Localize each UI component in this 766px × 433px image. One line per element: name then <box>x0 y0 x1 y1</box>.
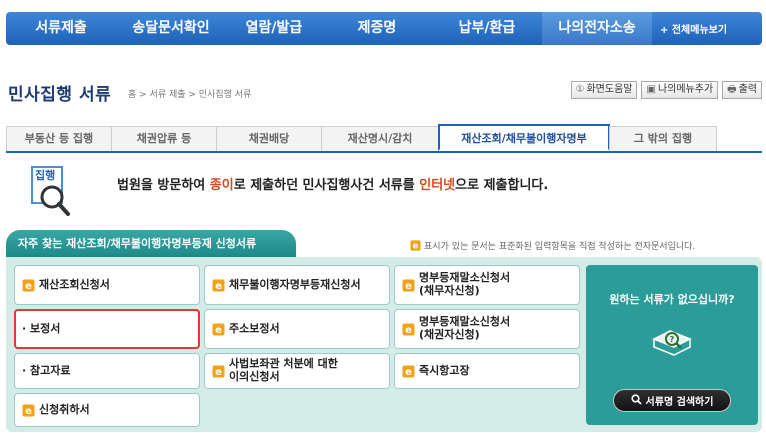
search-icon <box>630 393 642 408</box>
doc-label: 즉시항고장 <box>419 363 470 377</box>
doc-objection-judicial-officer[interactable]: e 사법보좌관 처분에 대한 이의신청서 <box>204 353 390 389</box>
section-title: 자주 찾는 재산조회/채무불이행자명부등재 신청서류 <box>6 230 296 257</box>
nav-certificate[interactable]: 제증명 <box>322 12 432 45</box>
e-document-icon: e <box>212 279 225 292</box>
svg-text:e: e <box>405 281 412 292</box>
intro-text-internet: 인터넷 <box>419 178 456 193</box>
nav-my-e-litigation[interactable]: 나의전자소송 <box>542 12 652 45</box>
e-document-icon: e <box>402 323 415 336</box>
intro-text: 법원을 방문하여 종이로 제출하던 민사집행사건 서류를 인터넷으로 제출합니다… <box>117 174 548 193</box>
doc-reference[interactable]: · 참고자료 <box>14 353 200 389</box>
nav-view-issue[interactable]: 열람/발급 <box>226 12 322 45</box>
e-document-icon: e <box>22 404 35 417</box>
intro-text-paper: 종이 <box>209 178 234 193</box>
doc-label-sub: 이의신청서 <box>229 370 280 383</box>
svg-text:e: e <box>25 406 32 417</box>
doc-label: 신청취하서 <box>39 402 90 416</box>
tab-property-disclosure[interactable]: 재산명시/감치 <box>321 126 439 151</box>
svg-text:e: e <box>215 281 222 292</box>
e-document-icon: e <box>22 279 35 292</box>
doc-label-sub: (채무자신청) <box>419 284 480 297</box>
svg-text:e: e <box>25 281 32 292</box>
help-icon: ① <box>575 84 585 95</box>
search-button-label: 서류명 검색하기 <box>645 397 714 408</box>
doc-property-inquiry[interactable]: e 재산조회신청서 <box>14 265 200 305</box>
doc-register-cancel-debtor[interactable]: e 명부등재말소신청서 (채무자신청) <box>394 265 580 305</box>
tab-other-enforcement[interactable]: 그 밖의 집행 <box>609 126 717 151</box>
page-title: 민사집행 서류 <box>8 85 112 105</box>
e-document-icon: e <box>212 365 225 378</box>
doc-label: 사법보좌관 처분에 대한 <box>229 357 338 371</box>
doc-register-cancel-creditor[interactable]: e 명부등재말소신청서 (채권자신청) <box>394 309 580 349</box>
e-document-icon: e <box>402 365 415 378</box>
execution-icon-label: 집행 <box>35 169 56 182</box>
doc-default-register[interactable]: e 채무불이행자명부등재신청서 <box>204 265 390 305</box>
doc-label-sub: (채권자신청) <box>419 328 480 341</box>
intro-text-3: 으로 제출합니다. <box>455 178 549 193</box>
svg-text:e: e <box>405 325 412 336</box>
e-document-icon: e <box>402 279 415 292</box>
tab-bond-seizure[interactable]: 채권압류 등 <box>111 126 217 151</box>
section-note-text: 표시가 있는 문서는 표준화된 입력항목을 직접 작성하는 전자문서입니다. <box>424 242 696 252</box>
e-document-icon: e <box>410 240 421 251</box>
tab-bar: 부동산 등 집행 채권압류 등 채권배당 재산명시/감치 재산조회/채무불이행자… <box>6 124 762 153</box>
doc-immediate-appeal[interactable]: e 즉시항고장 <box>394 353 580 389</box>
header-buttons: ① 화면도움말 ▣ 나의메뉴추가 🖶 출력 <box>570 81 762 99</box>
breadcrumb: 홈 > 서류 제출 > 민사집행 서류 <box>128 90 252 100</box>
help-button-label: 화면도움말 <box>586 84 633 95</box>
e-document-icon: e <box>212 323 225 336</box>
printer-icon: 🖶 <box>727 84 737 95</box>
doc-label-lines: 사법보좌관 처분에 대한 이의신청서 <box>229 358 338 383</box>
tab-real-estate[interactable]: 부동산 등 집행 <box>6 126 112 151</box>
doc-address-correction[interactable]: e 주소보정서 <box>204 309 390 349</box>
doc-label: · 참고자료 <box>22 363 71 377</box>
search-panel-question: 원하는 서류가 없으십니까? <box>609 293 735 306</box>
document-search-button[interactable]: 서류명 검색하기 <box>613 389 731 412</box>
document-search-icon: ? <box>650 325 694 365</box>
doc-label: 명부등재말소신청서 <box>419 315 511 329</box>
doc-label: 주소보정서 <box>229 321 280 335</box>
svg-text:?: ? <box>670 335 675 344</box>
doc-label: · 보정서 <box>22 321 61 335</box>
intro-text-2: 로 제출하던 민사집행사건 서류를 <box>233 178 420 193</box>
doc-correction[interactable]: · 보정서 <box>14 309 200 349</box>
doc-withdrawal[interactable]: e 신청취하서 <box>14 393 200 427</box>
print-button[interactable]: 🖶 출력 <box>722 81 762 99</box>
help-button[interactable]: ① 화면도움말 <box>570 81 638 99</box>
svg-text:e: e <box>215 325 222 336</box>
tab-bond-distribution[interactable]: 채권배당 <box>216 126 322 151</box>
all-menu-link[interactable]: + 전체메뉴보기 <box>660 21 727 36</box>
svg-text:e: e <box>215 367 222 378</box>
nav-delivery-check[interactable]: 송달문서확인 <box>116 12 226 45</box>
svg-text:e: e <box>405 367 412 378</box>
print-button-label: 출력 <box>738 84 757 95</box>
add-my-menu-button[interactable]: ▣ 나의메뉴추가 <box>641 81 719 99</box>
nav-payment-refund[interactable]: 납부/환급 <box>432 12 542 45</box>
section-note: e 표시가 있는 문서는 표준화된 입력항목을 직접 작성하는 전자문서입니다. <box>410 239 695 252</box>
doc-label: 재산조회신청서 <box>39 277 110 291</box>
doc-label-lines: 명부등재말소신청서 (채무자신청) <box>419 272 510 297</box>
intro-text-1: 법원을 방문하여 <box>117 178 210 193</box>
add-my-menu-label: 나의메뉴추가 <box>657 84 714 95</box>
svg-text:e: e <box>413 240 419 250</box>
top-navigation: 서류제출 송달문서확인 열람/발급 제증명 납부/환급 나의전자소송 + 전체메… <box>6 12 762 45</box>
nav-document-submit[interactable]: 서류제출 <box>6 12 116 45</box>
doc-label-lines: 명부등재말소신청서 (채권자신청) <box>419 316 510 341</box>
menu-add-icon: ▣ <box>646 84 656 95</box>
search-panel: 원하는 서류가 없으십니까? ? 서류명 검색하기 <box>586 265 758 425</box>
doc-label: 채무불이행자명부등재신청서 <box>229 277 361 291</box>
tab-property-inquiry[interactable]: 재산조회/채무불이행자명부 <box>438 124 610 151</box>
doc-label: 명부등재말소신청서 <box>419 271 511 285</box>
